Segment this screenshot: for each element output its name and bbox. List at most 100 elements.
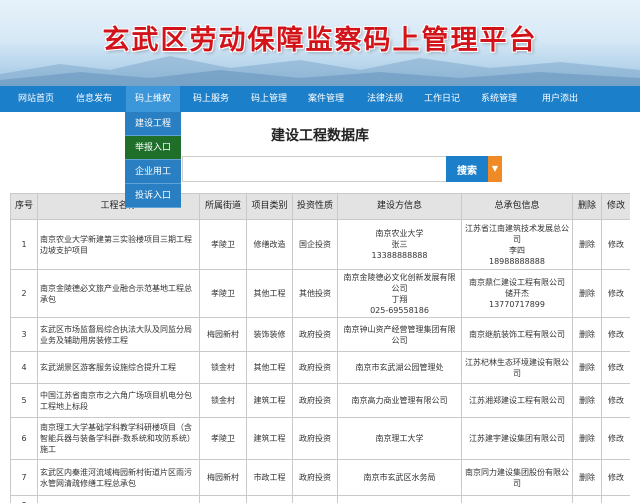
cell-street: 锁金村: [199, 383, 247, 418]
search-button[interactable]: 搜索: [446, 156, 488, 182]
cell-contractor: 江苏建宇建设集团有限公司: [461, 417, 573, 460]
cell-category: 市政工程: [246, 459, 293, 496]
cell-name[interactable]: [37, 495, 200, 503]
cell-street: 梅园新村: [199, 317, 247, 352]
column-header-0: 序号: [10, 193, 38, 220]
cell-owner: 南京金陵德必文化创新发展有限公司 丁翔 025-69558186: [337, 269, 462, 318]
cell-owner: 南京市玄武湖公园管理处: [337, 351, 462, 384]
nav-item-3[interactable]: 码上服务: [184, 86, 238, 112]
cell-del-button[interactable]: 删除: [572, 351, 602, 384]
dropdown-item-1[interactable]: 举报入口: [125, 136, 181, 160]
project-table: 序号 工程名称 所属街道 项目类别 投资性质 建设方信息 总承包信息 删除 修改 1 南京农业大学…: [10, 193, 630, 503]
cell-category: 修缮改造: [246, 219, 293, 270]
table-row: 6 南京理工大学基础学科教学科研楼项目（含智能兵器与装备学科群-数系统和攻防系统）…: [10, 417, 630, 460]
cell-invest: 政府投资: [292, 459, 338, 496]
cell-del-button[interactable]: 删除: [572, 317, 602, 352]
table-row: 4 玄武湖景区游客服务设施综合提升工程 锁金村 其他工程 政府投资 南京市玄武湖公园管理处…: [10, 351, 630, 384]
cell-del-button[interactable]: 删除: [572, 269, 602, 318]
cell-owner: [337, 495, 462, 503]
table-row: 7 玄武区内秦淮河流域梅园新村街道片区雨污水管网清疏修缮工程总承包 梅园新村 市政工程…: [10, 459, 630, 496]
table-row: 5 中国江苏省南京市之六角广场项目机电分包工程地上标段 锁金村 建筑工程 政府投资 南京高…: [10, 383, 630, 418]
cell-contractor: 南京同力建设集团股份有限公司: [461, 459, 573, 496]
cell-owner: 南京农业大学 张三 13388888888: [337, 219, 462, 270]
page-title: 建设工程数据库: [271, 128, 369, 144]
cell-no: 1: [10, 219, 38, 270]
cell-owner: 南京高力商业管理有限公司: [337, 383, 462, 418]
cell-name[interactable]: 玄武区市场监督局综合执法大队及同监分局业务及辅助用房装修工程: [37, 317, 200, 352]
table-body: 1 南京农业大学新建第三实验楼项目三期工程边坡支护项目 孝陵卫 修缮改造 国企投资 南京农…: [10, 219, 630, 503]
cell-street: 梅园新村: [199, 459, 247, 496]
cell-street: 孝陵卫: [199, 417, 247, 460]
nav-item-0[interactable]: 网站首页: [10, 86, 62, 112]
cell-category: 建筑工程: [246, 417, 293, 460]
cell-edit-button[interactable]: [601, 495, 630, 503]
table-header-row: 序号 工程名称 所属街道 项目类别 投资性质 建设方信息 总承包信息 删除 修改: [10, 193, 630, 220]
cell-name[interactable]: 玄武区内秦淮河流域梅园新村街道片区雨污水管网清疏修缮工程总承包: [37, 459, 200, 496]
nav-item-7[interactable]: 工作日记: [417, 86, 467, 112]
cell-name[interactable]: 南京金陵德必文旅产业融合示范基地工程总承包: [37, 269, 200, 318]
cell-no: 4: [10, 351, 38, 384]
column-header-6: 总承包信息: [461, 193, 573, 220]
nav-item-6[interactable]: 法律法规: [358, 86, 412, 112]
dropdown-item-0[interactable]: 建设工程: [125, 112, 181, 136]
cell-owner: 南京钟山资产经营管理集团有限公司: [337, 317, 462, 352]
cell-no: 7: [10, 459, 38, 496]
chevron-down-icon[interactable]: ▼: [488, 156, 502, 182]
cell-street: 孝陵卫: [199, 219, 247, 270]
cell-name[interactable]: 中国江苏省南京市之六角广场项目机电分包工程地上标段: [37, 383, 200, 418]
cell-edit-button[interactable]: 修改: [601, 383, 630, 418]
table-row: 3 玄武区市场监督局综合执法大队及同监分局业务及辅助用房装修工程 梅园新村 装饰装修政…: [10, 317, 630, 352]
nav-dropdown-menu: 建设工程 举报入口 企业用工 投诉入口: [125, 112, 181, 208]
cell-del-button[interactable]: 删除: [572, 459, 602, 496]
site-title: 玄武区劳动保障监察码上管理平台: [102, 25, 538, 56]
cell-no: 3: [10, 317, 38, 352]
cell-invest: 其他投资: [292, 269, 338, 318]
cell-no: 8: [10, 495, 38, 503]
cell-name[interactable]: 南京理工大学基础学科教学科研楼项目（含智能兵器与装备学科群-数系统和攻防系统）施…: [37, 417, 200, 460]
header-banner: 玄武区劳动保障监察码上管理平台: [0, 0, 640, 86]
column-header-3: 项目类别: [246, 193, 293, 220]
cell-contractor: 南京继航装饰工程有限公司: [461, 317, 573, 352]
cell-category: 建筑工程: [246, 383, 293, 418]
table-row: 8: [10, 495, 630, 503]
cell-no: 6: [10, 417, 38, 460]
cell-invest: 政府投资: [292, 317, 338, 352]
dropdown-item-2[interactable]: 企业用工: [125, 160, 181, 184]
nav-item-5[interactable]: 案件管理: [301, 86, 351, 112]
cell-edit-button[interactable]: 修改: [601, 219, 630, 270]
cell-name[interactable]: 南京农业大学新建第三实验楼项目三期工程边坡支护项目: [37, 219, 200, 270]
cell-del-button[interactable]: 删除: [572, 219, 602, 270]
main-nav: 网站首页 信息发布 码上维权 码上服务 码上管理 案件管理 法律法规 工作日记 系统管理 用户添出: [0, 86, 640, 112]
cell-del-button[interactable]: 删除: [572, 417, 602, 460]
nav-item-1[interactable]: 信息发布: [68, 86, 120, 112]
search-input[interactable]: [182, 156, 446, 182]
column-header-2: 所属街道: [199, 193, 247, 220]
cell-edit-button[interactable]: 修改: [601, 459, 630, 496]
cell-invest: 国企投资: [292, 219, 338, 270]
nav-item-4[interactable]: 码上管理: [242, 86, 296, 112]
cell-invest: 政府投资: [292, 417, 338, 460]
cell-street: 锁金村: [199, 351, 247, 384]
cell-del-button[interactable]: [572, 495, 602, 503]
cell-invest: 政府投资: [292, 351, 338, 384]
cell-del-button[interactable]: 删除: [572, 383, 602, 418]
cell-edit-button[interactable]: 修改: [601, 351, 630, 384]
cell-category: [246, 495, 293, 503]
cell-owner: 南京市玄武区水务局: [337, 459, 462, 496]
dropdown-item-3[interactable]: 投诉入口: [125, 184, 181, 208]
nav-item-2[interactable]: 码上维权: [126, 86, 180, 112]
nav-item-9[interactable]: 用户添出: [533, 86, 587, 112]
cell-invest: 政府投资: [292, 383, 338, 418]
cell-category: 其他工程: [246, 269, 293, 318]
cell-edit-button[interactable]: 修改: [601, 417, 630, 460]
page: 玄武区劳动保障监察码上管理平台 网站首页 信息发布 码上维权 码上服务 码上管理 案件管理…: [0, 0, 640, 503]
cell-edit-button[interactable]: 修改: [601, 269, 630, 318]
cell-category: 装饰装修: [246, 317, 293, 352]
cell-contractor: 南京鼎仁建设工程有限公司 储开杰 13770717899: [461, 269, 573, 318]
cell-contractor: [461, 495, 573, 503]
column-header-8: 修改: [601, 193, 630, 220]
cell-name[interactable]: 玄武湖景区游客服务设施综合提升工程: [37, 351, 200, 384]
nav-item-8[interactable]: 系统管理: [473, 86, 525, 112]
cell-edit-button[interactable]: 修改: [601, 317, 630, 352]
cell-no: 2: [10, 269, 38, 318]
